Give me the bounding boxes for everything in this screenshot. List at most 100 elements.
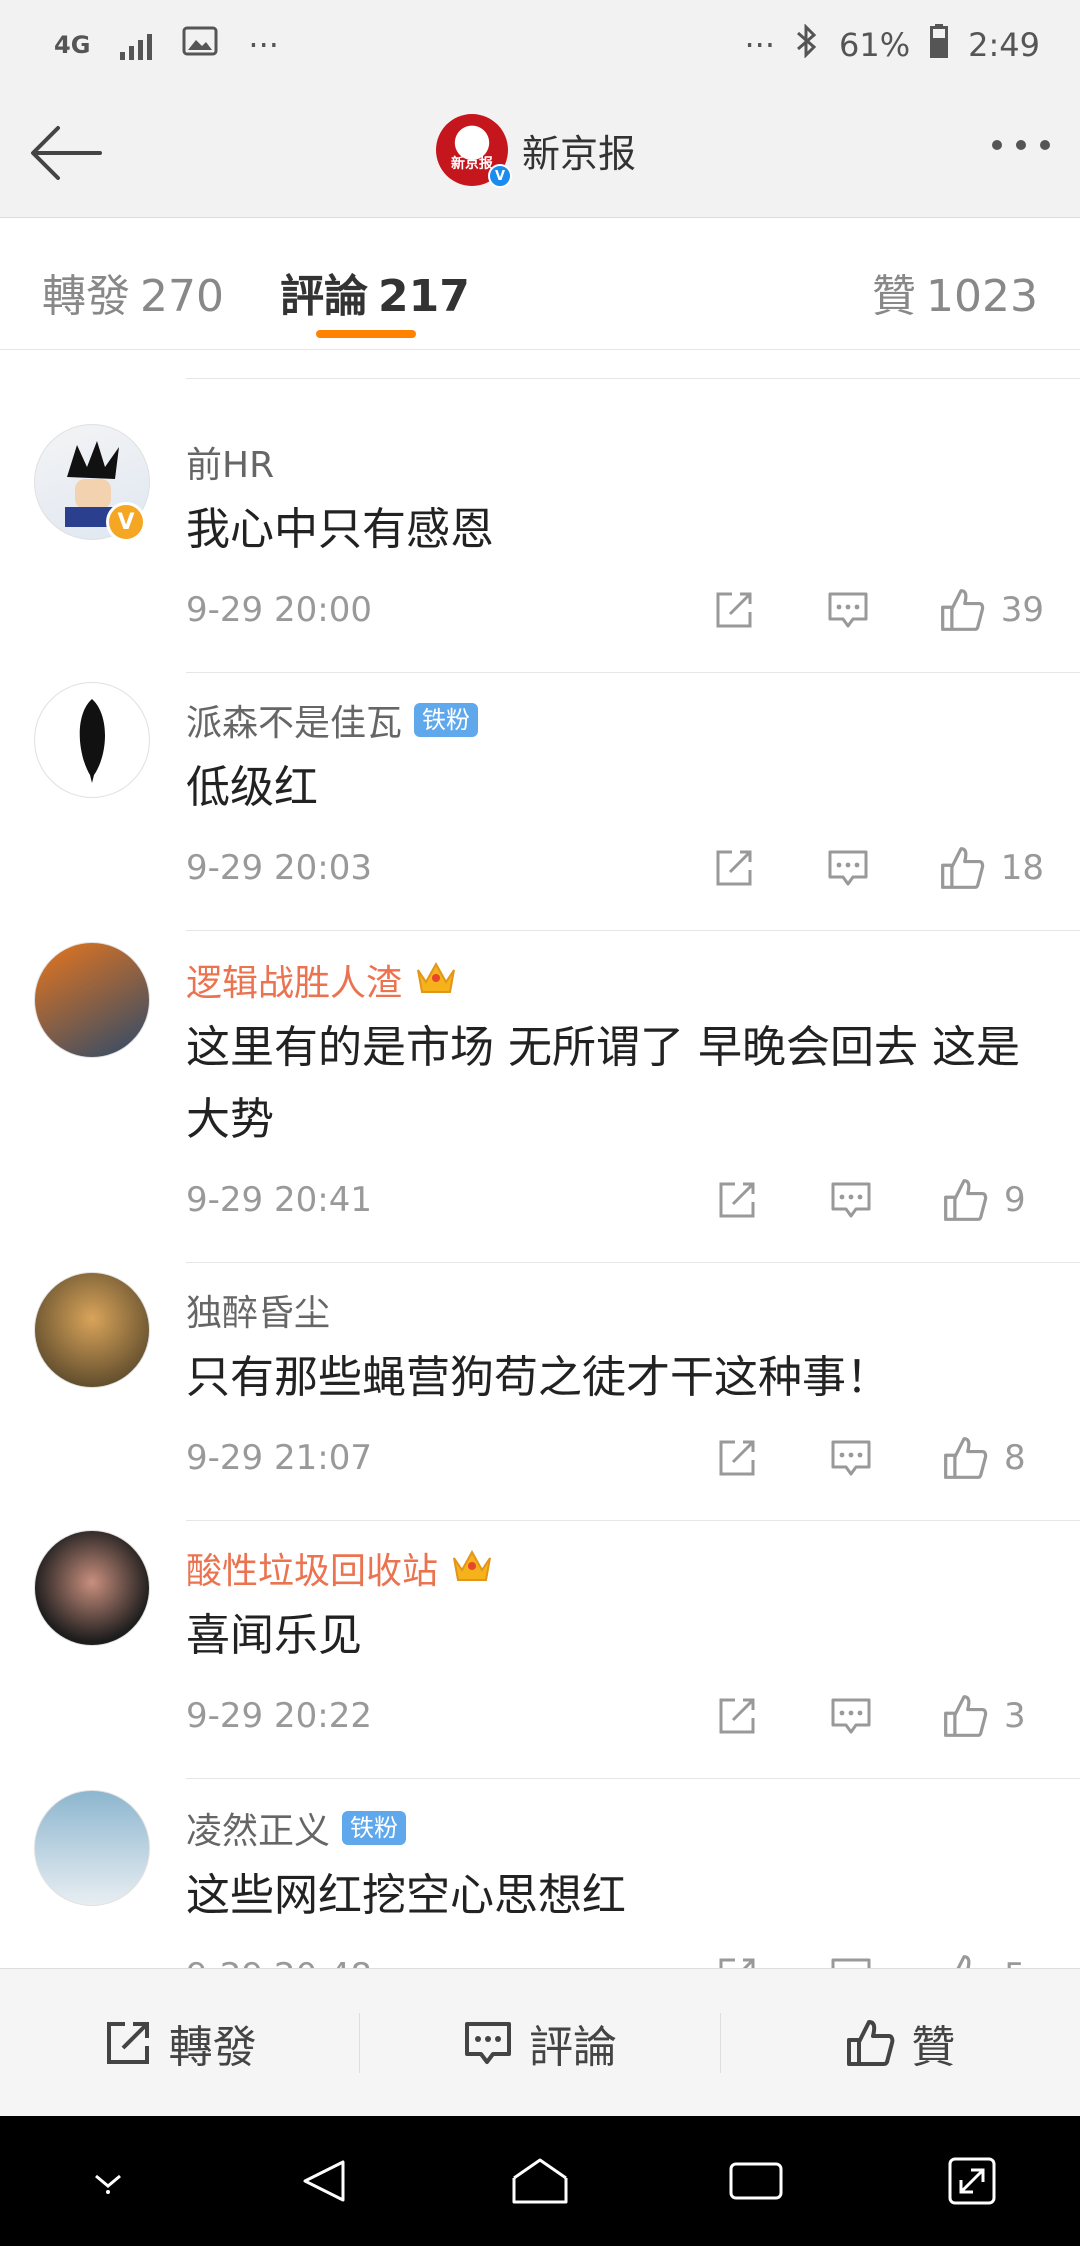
account-header[interactable]: 新京报 V 新京报 — [436, 114, 637, 188]
account-name: 新京报 — [522, 131, 637, 176]
tab-forward[interactable]: 轉發 270 — [42, 260, 224, 324]
tab-like[interactable]: 贊 1023 — [872, 260, 1038, 324]
commenter-name-row[interactable]: 凌然正义 铁粉 — [186, 1802, 407, 1854]
comment-item[interactable]: 凌然正义铁粉 这些网红挖空心思想红 9-29 20:48 5 — [0, 1754, 1080, 1968]
like-button[interactable]: 贊 — [721, 1969, 1080, 2116]
battery-icon — [930, 24, 949, 66]
share-icon[interactable] — [714, 1435, 760, 1481]
commenter-name-row[interactable]: 独醉昏尘 — [186, 1284, 330, 1336]
comment-actions: 5 — [714, 1953, 1044, 1968]
comment-item[interactable]: V 前HR 我心中只有感恩 9-29 20:00 39 — [0, 388, 1080, 673]
comment-text: 这些网红挖空心思想红 — [186, 1870, 626, 1921]
photo-avatar-icon[interactable] — [34, 1530, 150, 1646]
image-notification-icon — [182, 26, 218, 64]
comment-text: 这里有的是市场 无所谓了 早晚会回去 这是大势 — [186, 1022, 1020, 1145]
share-icon[interactable] — [711, 845, 757, 891]
like-icon[interactable] — [942, 1953, 988, 1968]
like-label: 贊 — [911, 2021, 956, 2073]
hide-keyboard-button[interactable] — [73, 2146, 143, 2216]
like-icon[interactable] — [939, 587, 985, 633]
comment-text: 低级红 — [186, 762, 318, 813]
recents-icon — [729, 2162, 783, 2200]
comment-time: 9-29 21:07 — [186, 1438, 372, 1478]
commenter-name-row[interactable]: 酸性垃圾回收站 — [186, 1542, 494, 1594]
logo-text: 新京报 — [451, 156, 493, 172]
like-icon[interactable] — [942, 1435, 988, 1481]
share-icon[interactable] — [711, 587, 757, 633]
comment-icon — [464, 2021, 511, 2064]
commenter-name[interactable]: 独醉昏尘 — [186, 1284, 330, 1336]
back-button[interactable] — [26, 120, 106, 186]
comment-list[interactable]: V 前HR 我心中只有感恩 9-29 20:00 39 派森不是佳瓦 铁粉 低级… — [0, 350, 1080, 1968]
nav-back-button[interactable] — [289, 2146, 359, 2216]
comment-actions: 3 — [714, 1693, 1044, 1739]
forward-label: 轉發 — [168, 2021, 257, 2073]
like-icon[interactable] — [939, 845, 985, 891]
sky-avatar-icon[interactable] — [34, 1790, 150, 1906]
reply-icon[interactable] — [825, 587, 871, 633]
tab-forward-count: 270 — [140, 271, 224, 322]
comment-actions: 9 — [714, 1177, 1044, 1223]
triangle-back-icon — [303, 2160, 345, 2202]
commenter-name[interactable]: 酸性垃圾回收站 — [186, 1542, 438, 1594]
like-count: 18 — [1000, 848, 1044, 888]
tab-comment[interactable]: 評論 217 — [280, 260, 470, 324]
comment-footer: 9-29 20:00 39 — [186, 580, 1044, 640]
battery-percent: 61% — [839, 26, 911, 64]
signal-icon — [120, 30, 153, 60]
comment-footer: 9-29 20:03 18 — [186, 838, 1044, 898]
reply-icon[interactable] — [828, 1953, 874, 1968]
like-count: 3 — [1004, 1696, 1026, 1736]
commenter-name-row[interactable]: 前HR — [186, 436, 274, 488]
comment-time: 9-29 20:03 — [186, 848, 372, 888]
nav-recents-button[interactable] — [721, 2146, 791, 2216]
reply-icon[interactable] — [828, 1435, 874, 1481]
like-icon[interactable] — [942, 1177, 988, 1223]
home-icon — [512, 2158, 568, 2204]
share-icon[interactable] — [714, 1177, 760, 1223]
reply-icon[interactable] — [825, 845, 871, 891]
commenter-name-row[interactable]: 派森不是佳瓦 铁粉 — [186, 694, 479, 746]
crown-icon — [414, 956, 458, 1005]
commenter-name[interactable]: 凌然正义 — [186, 1802, 330, 1854]
comment-text: 我心中只有感恩 — [186, 504, 494, 555]
comment-item[interactable]: 酸性垃圾回收站 喜闻乐见 9-29 20:22 3 — [0, 1494, 1080, 1779]
commenter-name[interactable]: 逻辑战胜人渣 — [186, 954, 402, 1006]
comment-item[interactable]: 独醉昏尘 只有那些蝇营狗苟之徒才干这种事！ 9-29 21:07 8 — [0, 1236, 1080, 1521]
share-icon[interactable] — [714, 1693, 760, 1739]
reply-icon[interactable] — [828, 1177, 874, 1223]
comment-footer: 9-29 21:07 8 — [186, 1428, 1044, 1488]
more-options-button[interactable] — [992, 140, 1050, 150]
comment-text: 喜闻乐见 — [186, 1610, 362, 1661]
comment-label: 評論 — [528, 2021, 617, 2073]
more-notifications-icon: ··· — [248, 26, 279, 64]
thumbs-up-icon — [847, 2019, 895, 2066]
forward-button[interactable]: 轉發 — [0, 1969, 359, 2116]
reply-icon[interactable] — [828, 1693, 874, 1739]
comment-item[interactable]: 逻辑战胜人渣 这里有的是市场 无所谓了 早晚会回去 这是大势 9-29 20:4… — [0, 906, 1080, 1263]
tab-comment-count: 217 — [378, 271, 470, 322]
like-icon[interactable] — [942, 1693, 988, 1739]
forward-icon — [106, 2021, 149, 2064]
commenter-name[interactable]: 前HR — [186, 436, 274, 488]
like-count: 39 — [1000, 590, 1044, 630]
portrait-avatar-icon[interactable] — [34, 1272, 150, 1388]
commenter-name[interactable]: 派森不是佳瓦 — [186, 694, 402, 746]
status-bar: 4G ··· ··· 61% 2:49 — [0, 0, 1080, 90]
tab-forward-label: 轉發 — [42, 271, 130, 322]
comment-button[interactable]: 評論 — [360, 1969, 719, 2116]
nav-rotate-button[interactable] — [937, 2146, 1007, 2216]
comment-time: 9-29 20:00 — [186, 590, 372, 630]
comment-actions: 39 — [711, 587, 1044, 633]
nav-home-button[interactable] — [505, 2146, 575, 2216]
feather-avatar-icon[interactable] — [34, 682, 150, 798]
share-icon[interactable] — [714, 1953, 760, 1968]
network-indicator: 4G — [54, 31, 91, 59]
like-count: 9 — [1004, 1180, 1026, 1220]
comment-footer: 9-29 20:22 3 — [186, 1686, 1044, 1746]
anime-avatar-icon[interactable] — [34, 942, 150, 1058]
crown-icon — [450, 1544, 494, 1593]
commenter-name-row[interactable]: 逻辑战胜人渣 — [186, 954, 458, 1006]
bottom-action-bar: 轉發 評論 贊 — [0, 1968, 1080, 2116]
comment-item[interactable]: 派森不是佳瓦 铁粉 低级红 9-29 20:03 18 — [0, 646, 1080, 931]
